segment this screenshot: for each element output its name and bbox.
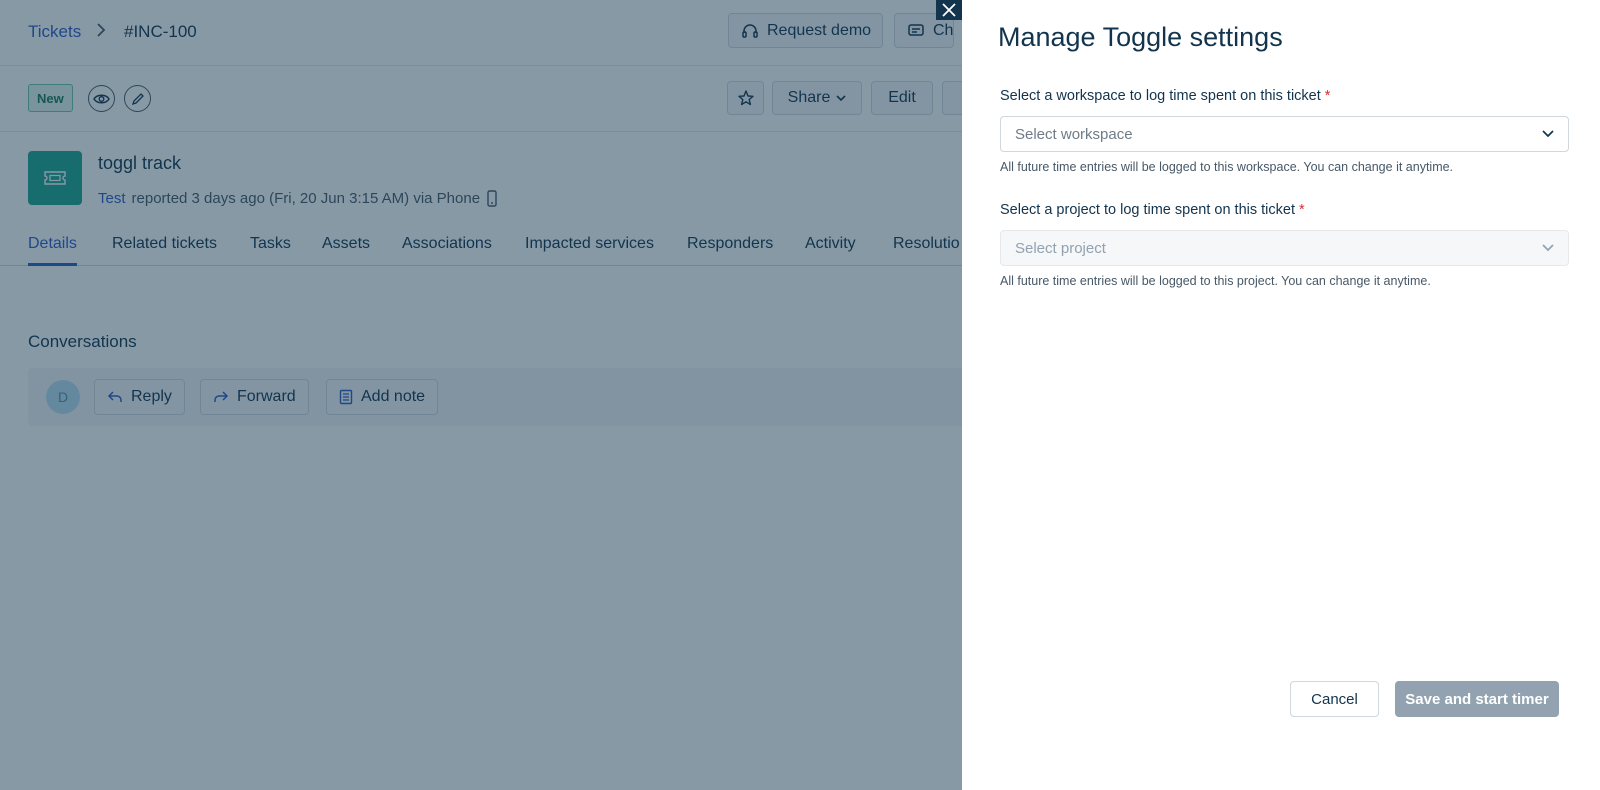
project-select-placeholder: Select project xyxy=(1015,239,1106,257)
required-asterisk: * xyxy=(1324,88,1331,104)
chevron-down-icon xyxy=(1542,130,1554,138)
required-asterisk: * xyxy=(1298,202,1305,218)
project-helper-text: All future time entries will be logged t… xyxy=(1000,274,1431,288)
cancel-button[interactable]: Cancel xyxy=(1290,681,1379,717)
modal-overlay[interactable] xyxy=(0,0,962,790)
workspace-select[interactable]: Select workspace xyxy=(1000,116,1569,152)
drawer-title: Manage Toggle settings xyxy=(998,22,1283,52)
close-drawer-button[interactable] xyxy=(936,0,962,20)
close-icon xyxy=(942,3,956,17)
toggle-settings-drawer: Manage Toggle settings Select a workspac… xyxy=(962,0,1600,790)
chevron-down-icon xyxy=(1542,244,1554,252)
save-and-start-timer-button[interactable]: Save and start timer xyxy=(1395,681,1559,717)
workspace-field-label: Select a workspace to log time spent on … xyxy=(1000,88,1330,104)
workspace-select-placeholder: Select workspace xyxy=(1015,125,1133,143)
workspace-helper-text: All future time entries will be logged t… xyxy=(1000,160,1454,174)
project-field-label: Select a project to log time spent on th… xyxy=(1000,202,1305,218)
workspace-label-text: Select a workspace to log time spent on … xyxy=(1000,88,1321,104)
project-label-text: Select a project to log time spent on th… xyxy=(1000,202,1295,218)
project-select: Select project xyxy=(1000,230,1569,266)
